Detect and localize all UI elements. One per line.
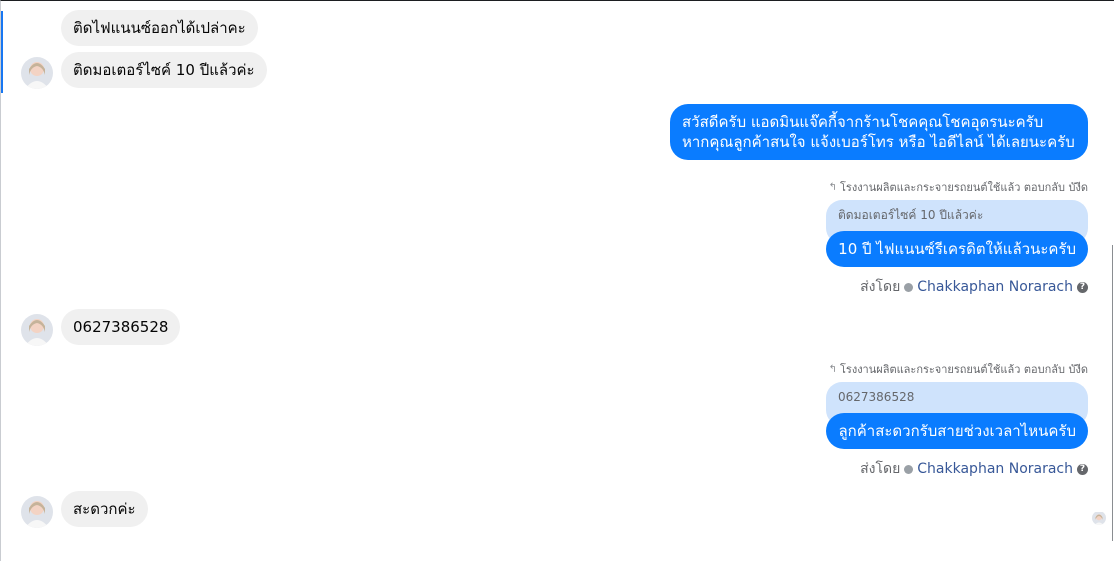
outgoing-message[interactable]: 10 ปี ไฟแนนซ์รีเครดิตให้แล้วนะครับ — [826, 231, 1088, 267]
sent-by-info: ส่งโดย Chakkaphan Norarach ? — [860, 276, 1088, 298]
reply-header: ↰ โรงงานผลิตและกระจายรถยนต์ใช้แล้ว ตอบกล… — [829, 178, 1088, 196]
avatar[interactable] — [21, 57, 53, 89]
reply-arrow-icon: ↰ — [828, 181, 837, 193]
incoming-message[interactable]: ติดมอเตอร์ไซค์ 10 ปีแล้วค่ะ — [61, 52, 267, 88]
message-line: สวัสดีครับ แอดมินแจ๊คกี้จากร้านโชคคุณโชค… — [682, 113, 1044, 131]
chat-window: ติดไฟแนนซ์ออกได้เปล่าคะ ติดมอเตอร์ไซค์ 1… — [0, 0, 1114, 561]
sender-name-link[interactable]: Chakkaphan Norarach — [917, 461, 1073, 477]
sent-by-label: ส่งโดย — [860, 461, 901, 477]
sender-name-link[interactable]: Chakkaphan Norarach — [917, 279, 1073, 295]
check-circle-icon — [904, 282, 914, 292]
outgoing-message[interactable]: สวัสดีครับ แอดมินแจ๊คกี้จากร้านโชคคุณโชค… — [670, 104, 1088, 160]
thread-divider-line — [1112, 245, 1113, 541]
avatar[interactable] — [21, 314, 53, 346]
reply-header: ↰ โรงงานผลิตและกระจายรถยนต์ใช้แล้ว ตอบกล… — [829, 360, 1088, 378]
avatar[interactable] — [21, 496, 53, 528]
incoming-message[interactable]: สะดวกค่ะ — [61, 491, 148, 527]
question-mark-icon[interactable]: ? — [1077, 463, 1088, 475]
left-accent-bar — [1, 11, 3, 93]
reply-header-text: โรงงานผลิตและกระจายรถยนต์ใช้แล้ว ตอบกลับ… — [840, 363, 1088, 376]
incoming-message[interactable]: 0627386528 — [61, 309, 181, 345]
question-mark-icon[interactable]: ? — [1077, 281, 1088, 293]
outgoing-message[interactable]: ลูกค้าสะดวกรับสายช่วงเวลาไหนครับ — [826, 413, 1088, 449]
reply-header-text: โรงงานผลิตและกระจายรถยนต์ใช้แล้ว ตอบกลับ… — [840, 181, 1088, 194]
incoming-message[interactable]: ติดไฟแนนซ์ออกได้เปล่าคะ — [61, 10, 258, 46]
sent-by-label: ส่งโดย — [860, 279, 901, 295]
seen-avatar — [1092, 511, 1106, 525]
reply-arrow-icon: ↰ — [828, 363, 837, 375]
check-circle-icon — [904, 464, 914, 474]
message-line: หากคุณลูกค้าสนใจ แจ้งเบอร์โทร หรือ ไอดีไ… — [682, 133, 1075, 151]
sent-by-info: ส่งโดย Chakkaphan Norarach ? — [860, 458, 1088, 480]
